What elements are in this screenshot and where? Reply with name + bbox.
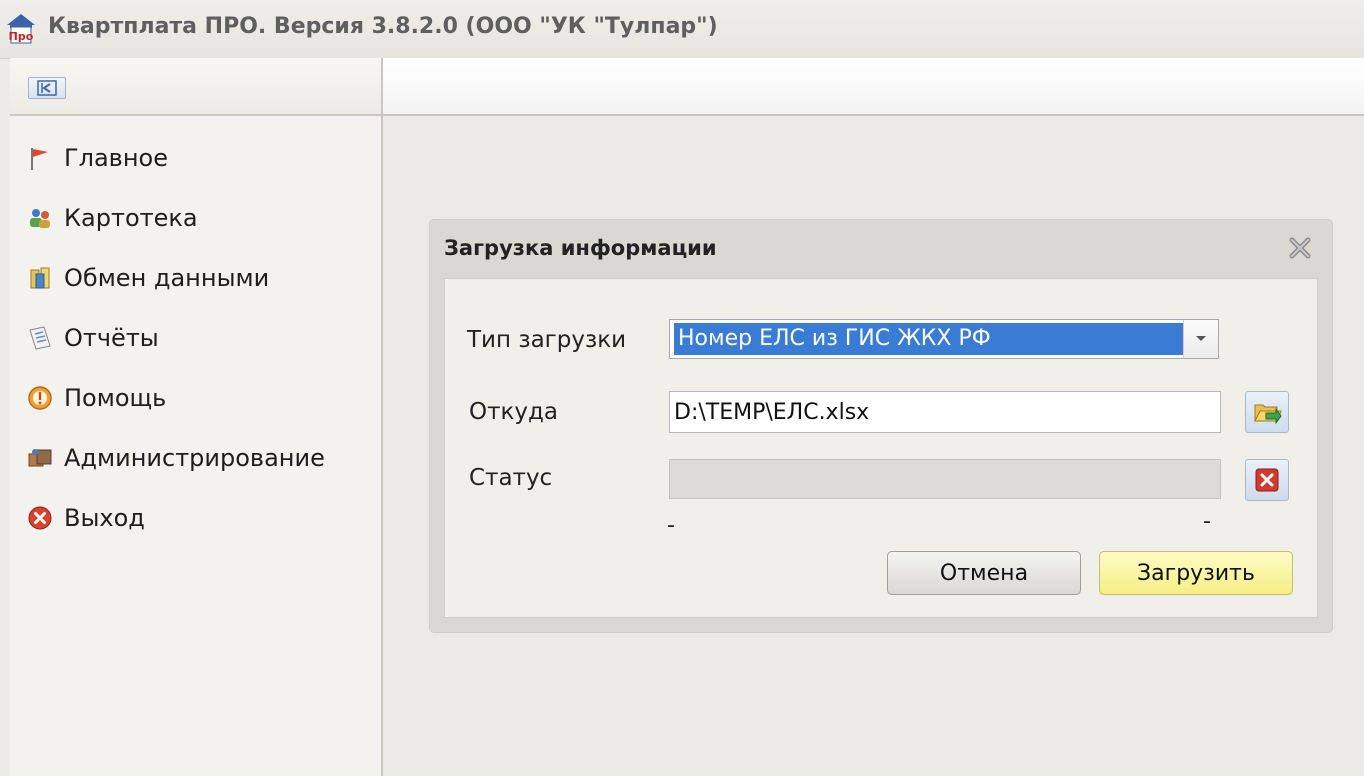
collapse-arrow-icon [37, 80, 57, 96]
reports-icon [24, 322, 56, 354]
load-type-select[interactable]: Номер ЕЛС из ГИС ЖКХ РФ [669, 319, 1219, 359]
navigation-menu: Главное Картотека Обмен данными Отчёты П… [10, 128, 381, 548]
load-button[interactable]: Загрузить [1099, 551, 1293, 595]
nav-item-label: Картотека [64, 204, 198, 232]
delete-icon [1255, 468, 1279, 492]
nav-item-data-exchange[interactable]: Обмен данными [10, 248, 381, 308]
navigation-panel: Главное Картотека Обмен данными Отчёты П… [10, 58, 383, 776]
exit-icon [24, 502, 56, 534]
data-exchange-icon [24, 262, 56, 294]
nav-item-label: Администрирование [64, 444, 325, 472]
people-icon [24, 202, 56, 234]
status-label: Статус [469, 465, 553, 491]
cancel-button[interactable]: Отмена [887, 551, 1081, 595]
dialog-title: Загрузка информации [444, 236, 717, 260]
collapse-panel-button[interactable] [28, 77, 66, 99]
load-type-label: Тип загрузки [467, 327, 627, 353]
close-icon[interactable] [1286, 234, 1314, 262]
nav-item-reports[interactable]: Отчёты [10, 308, 381, 368]
source-path-input[interactable] [669, 391, 1221, 433]
nav-item-label: Выход [64, 504, 145, 532]
nav-item-label: Отчёты [64, 324, 159, 352]
nav-item-label: Главное [64, 144, 168, 172]
folder-open-icon [1254, 404, 1282, 425]
nav-item-help[interactable]: Помощь [10, 368, 381, 428]
source-label: Откуда [469, 399, 559, 425]
clear-status-button[interactable] [1245, 459, 1289, 501]
nav-item-label: Обмен данными [64, 264, 270, 292]
nav-item-main[interactable]: Главное [10, 128, 381, 188]
load-info-dialog: Загрузка информации Тип загрузки Номер Е… [430, 220, 1332, 632]
nav-item-label: Помощь [64, 384, 167, 412]
workspace-header [383, 58, 1364, 116]
dialog-body: Тип загрузки Номер ЕЛС из ГИС ЖКХ РФ Отк… [444, 278, 1318, 618]
progress-start-text: - [667, 513, 675, 538]
app-logo-icon: Про [7, 14, 35, 44]
admin-icon [24, 442, 56, 474]
browse-folder-button[interactable] [1245, 391, 1289, 433]
help-icon [24, 382, 56, 414]
load-type-selected-value: Номер ЕЛС из ГИС ЖКХ РФ [674, 323, 1184, 355]
nav-item-administration[interactable]: Администрирование [10, 428, 381, 488]
status-progress-bar [669, 459, 1221, 499]
title-bar: Про Квартплата ПРО. Версия 3.8.2.0 (ООО … [0, 0, 1364, 59]
svg-text:Про: Про [9, 30, 34, 43]
navigation-panel-header [10, 58, 381, 116]
progress-end-text: - [1203, 509, 1211, 534]
flag-icon [24, 142, 56, 174]
dropdown-arrow-icon[interactable] [1183, 320, 1218, 358]
nav-item-exit[interactable]: Выход [10, 488, 381, 548]
window-title: Квартплата ПРО. Версия 3.8.2.0 (ООО "УК … [48, 14, 718, 39]
nav-item-card-index[interactable]: Картотека [10, 188, 381, 248]
